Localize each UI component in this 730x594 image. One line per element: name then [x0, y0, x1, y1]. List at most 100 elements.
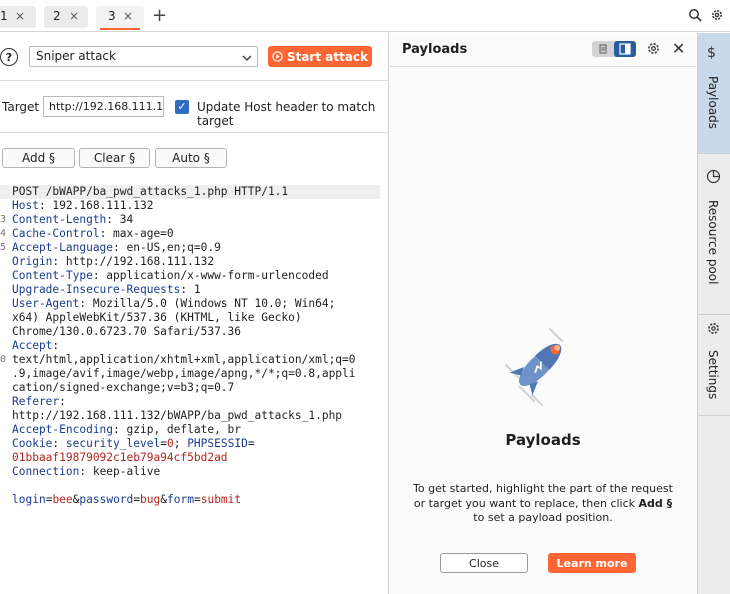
tab-label: 3 — [108, 9, 116, 23]
request-line[interactable]: 01bbaaf19879092c1eb79a94cf5bd2ad — [0, 451, 380, 465]
add-marker-button[interactable]: Add § — [2, 148, 75, 168]
request-line-text: Origin: http://192.168.111.132 — [12, 255, 214, 269]
gear-icon[interactable] — [710, 8, 724, 25]
code-token: PHPSESSID — [187, 437, 248, 450]
code-token: Accept-Encoding — [12, 423, 114, 436]
code-token: Accept-Language — [12, 241, 114, 254]
target-input[interactable]: http://192.168.111.132 — [43, 96, 164, 117]
code-token: : application/x-www-form-urlencoded — [92, 269, 329, 282]
code-token: Chrome/130.0.6723.70 Safari/537.36 — [12, 325, 242, 338]
close-icon[interactable]: × — [69, 9, 79, 23]
learn-more-button[interactable]: Learn more — [548, 553, 636, 573]
request-line-text: POST /bWAPP/ba_pwd_attacks_1.php HTTP/1.… — [12, 185, 288, 199]
request-line-text: Connection: keep-alive — [12, 465, 160, 479]
request-line[interactable]: Accept-Encoding: gzip, deflate, br — [0, 423, 380, 437]
close-icon[interactable]: × — [15, 9, 25, 23]
clear-marker-button[interactable]: Clear § — [79, 148, 150, 168]
request-line[interactable]: 0 text/html,application/xhtml+xml,applica… — [0, 353, 380, 367]
attack-type-value: Sniper attack — [36, 49, 116, 63]
request-line[interactable]: 3 Content-Length: 34 — [0, 213, 380, 227]
request-line[interactable]: Cookie: security_level=0; PHPSESSID= — [0, 437, 380, 451]
dollar-icon: $ — [707, 45, 716, 61]
request-line[interactable]: 5 Accept-Language: en-US,en;q=0.9 — [0, 241, 380, 255]
code-token: cation/signed-exchange;v=b3;q=0.7 — [12, 381, 235, 394]
intruder-positions-panel: ? Sniper attack Start attack Target http… — [0, 33, 389, 594]
code-token: submit — [200, 493, 242, 506]
tab-3[interactable]: 3 × — [96, 6, 144, 30]
request-line[interactable]: Referer: — [0, 395, 380, 409]
request-line[interactable]: Host: 192.168.111.132 — [0, 199, 380, 213]
request-line[interactable]: User-Agent: Mozilla/5.0 (Windows NT 10.0… — [0, 297, 380, 311]
close-button[interactable]: Close — [440, 553, 528, 573]
request-line[interactable]: login=bee&password=bug&form=submit — [0, 493, 380, 507]
gear-icon[interactable] — [646, 41, 661, 59]
request-line[interactable] — [0, 479, 380, 493]
split-layout-icon[interactable] — [614, 41, 636, 57]
rail-item-settings[interactable]: Settings — [698, 315, 730, 415]
request-line[interactable]: Content-Type: application/x-www-form-url… — [0, 269, 380, 283]
list-layout-icon[interactable] — [594, 43, 612, 55]
tab-label: 2 — [53, 9, 61, 23]
line-number: 3 — [0, 214, 7, 225]
attack-type-select[interactable]: Sniper attack — [29, 46, 258, 67]
code-token: password — [79, 493, 134, 506]
code-token: = — [193, 493, 201, 506]
request-line[interactable]: .9,image/avif,image/webp,image/apng,*/*;… — [0, 367, 380, 381]
update-host-checkbox[interactable]: ✓ — [175, 100, 189, 114]
side-rail: $ Payloads Resource pool Settings — [697, 33, 730, 594]
request-line-text: Cache-Control: max-age=0 — [12, 227, 174, 241]
code-token: .9,image/avif,image/webp,image/apng,*/*;… — [12, 367, 356, 380]
divider — [698, 415, 730, 416]
request-line-text: Host: 192.168.111.132 — [12, 199, 153, 213]
request-line-text: Accept-Language: en-US,en;q=0.9 — [12, 241, 221, 255]
code-token: : http://192.168.111.132 — [52, 255, 215, 268]
code-token: : keep-alive — [79, 465, 161, 478]
code-token: Referer — [12, 395, 60, 408]
request-line[interactable]: Connection: keep-alive — [0, 465, 380, 479]
request-line[interactable]: Origin: http://192.168.111.132 — [0, 255, 380, 269]
add-tab-button[interactable]: + — [152, 5, 167, 26]
code-token: http://192.168.111.132/bWAPP/ba_pwd_atta… — [12, 409, 343, 422]
chevron-down-icon — [241, 51, 253, 70]
request-line[interactable]: x64) AppleWebKit/537.36 (KHTML, like Gec… — [0, 311, 380, 325]
request-line[interactable]: http://192.168.111.132/bWAPP/ba_pwd_atta… — [0, 409, 380, 423]
rail-item-payloads[interactable]: $ Payloads — [698, 33, 730, 153]
request-line[interactable]: 4 Cache-Control: max-age=0 — [0, 227, 380, 241]
payloads-empty-description: To get started, highlight the part of th… — [412, 482, 674, 526]
request-editor[interactable]: POST /bWAPP/ba_pwd_attacks_1.php HTTP/1.… — [0, 183, 389, 594]
code-token: Cookie — [12, 437, 53, 450]
request-line-text: x64) AppleWebKit/537.36 (KHTML, like Gec… — [12, 311, 302, 325]
line-number: 4 — [0, 228, 7, 239]
tab-1[interactable]: 1 × — [0, 6, 36, 28]
tab-2[interactable]: 2 × — [44, 6, 88, 28]
target-label: Target — [2, 100, 40, 114]
code-token: 01bbaaf19879092c1eb79a94cf5bd2ad — [12, 451, 228, 464]
close-icon[interactable]: ✕ — [672, 39, 685, 58]
code-token: : 192.168.111.132 — [38, 199, 154, 212]
request-line[interactable]: Upgrade-Insecure-Requests: 1 — [0, 283, 380, 297]
start-attack-button[interactable]: Start attack — [268, 46, 372, 67]
search-icon[interactable] — [688, 8, 702, 25]
request-line[interactable]: Chrome/130.0.6723.70 Safari/537.36 — [0, 325, 380, 339]
code-token: bug — [140, 493, 161, 506]
code-token: : — [52, 437, 66, 450]
request-line-text: Content-Type: application/x-www-form-url… — [12, 269, 329, 283]
code-token: Host — [12, 199, 39, 212]
line-number: 0 — [0, 354, 7, 365]
start-attack-label: Start attack — [286, 49, 369, 64]
code-token: POST /bWAPP/ba_pwd_attacks_1.php HTTP/1.… — [12, 185, 289, 198]
rail-item-resource-pool[interactable]: Resource pool — [698, 154, 730, 314]
request-line-text: Accept-Encoding: gzip, deflate, br — [12, 423, 241, 437]
request-line[interactable]: POST /bWAPP/ba_pwd_attacks_1.php HTTP/1.… — [0, 185, 380, 199]
code-token: Origin — [12, 255, 53, 268]
layout-toggle[interactable] — [592, 41, 636, 57]
close-icon[interactable]: × — [123, 9, 133, 23]
help-icon[interactable]: ? — [0, 48, 18, 66]
request-line[interactable]: cation/signed-exchange;v=b3;q=0.7 — [0, 381, 380, 395]
request-line[interactable]: Accept: — [0, 339, 380, 353]
code-token: Connection — [12, 465, 80, 478]
payloads-empty-heading: Payloads — [505, 431, 581, 449]
auto-marker-button[interactable]: Auto § — [155, 148, 227, 168]
request-line-text: Accept: — [12, 339, 59, 353]
code-token: : Mozilla/5.0 (Windows NT 10.0; Win64; — [79, 297, 336, 310]
